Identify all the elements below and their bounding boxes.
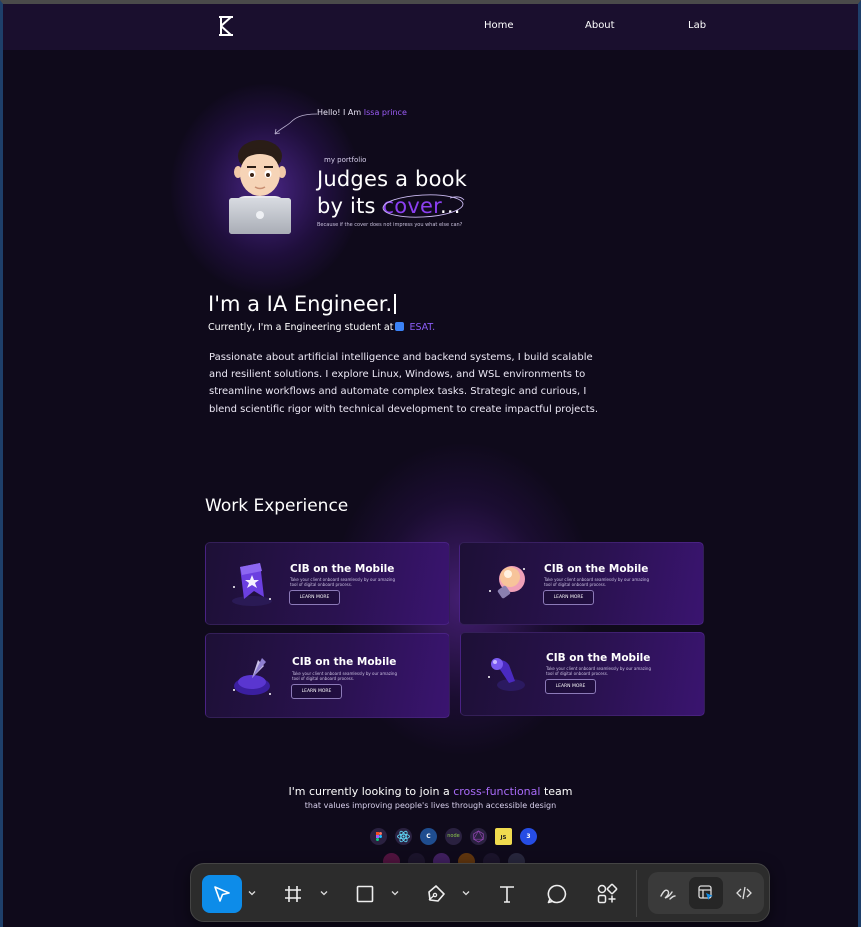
bio-paragraph: Passionate about artificial intelligence… [209, 352, 599, 415]
currently-prefix: Currently, I'm a Engineering student at [208, 322, 394, 333]
k-monogram-icon[interactable] [217, 16, 235, 36]
learn-more-button[interactable]: LEARN MORE [289, 590, 340, 605]
react-icon [395, 828, 412, 845]
dev-mode-icon[interactable] [727, 877, 761, 909]
cta-line-1: I'm currently looking to join a cross-fu… [3, 785, 858, 798]
joystick-icon [488, 658, 525, 691]
star-badge-icon [232, 563, 272, 606]
nav-home-link[interactable]: Home [484, 20, 514, 31]
draw-mode-icon[interactable] [651, 877, 685, 909]
chevron-down-icon[interactable] [461, 888, 471, 898]
move-tool-icon[interactable] [202, 875, 242, 913]
card-description: Take your client onboard seamlessly by o… [290, 577, 396, 587]
actions-tool-icon[interactable] [587, 875, 627, 913]
cta-prefix: I'm currently looking to join a [288, 785, 454, 798]
card-description: Take your client onboard seamlessly by o… [546, 666, 652, 676]
learn-more-button[interactable]: LEARN MORE [543, 590, 594, 605]
top-nav: Home About Lab [3, 4, 858, 50]
c-icon: C [420, 828, 437, 845]
nav-about-link[interactable]: About [585, 20, 615, 31]
card-title: CIB on the Mobile [290, 563, 395, 575]
figma-icon [370, 828, 387, 845]
hello-text: Hello! I Am Issa prince [317, 108, 407, 117]
card-title: CIB on the Mobile [292, 656, 397, 668]
pen-tool-icon[interactable] [416, 875, 456, 913]
hello-name: Issa prince [363, 108, 407, 117]
work-card-3[interactable]: CIB on the Mobile Take your client onboa… [205, 633, 450, 718]
rectangle-tool-icon[interactable] [345, 875, 385, 913]
headline-line-1: Judges a book [317, 167, 468, 191]
card-description: Take your client onboard seamlessly by o… [292, 671, 398, 681]
nav-lab-link[interactable]: Lab [688, 20, 706, 31]
css3-icon: 3 [520, 828, 537, 845]
design-mode-icon[interactable] [689, 877, 723, 909]
currently-line: Currently, I'm a Engineering student at … [208, 322, 435, 333]
mode-switcher [648, 872, 764, 914]
cta-line-2: that values improving people's lives thr… [304, 801, 557, 810]
typing-caret [394, 294, 397, 314]
learn-more-button[interactable]: LEARN MORE [545, 679, 596, 694]
toolbar-divider [636, 870, 637, 917]
card-title: CIB on the Mobile [546, 652, 651, 664]
work-card-1[interactable]: CIB on the Mobile Take your client onboa… [205, 542, 450, 625]
info-badge-icon [395, 322, 405, 331]
card-description: Take your client onboard seamlessly by o… [544, 577, 650, 587]
chevron-down-icon[interactable] [319, 888, 329, 898]
my-portfolio-label: my portfolio [324, 156, 367, 164]
rocket-icon [233, 658, 271, 695]
card-title: CIB on the Mobile [544, 563, 649, 575]
node-icon: node [445, 828, 462, 845]
graphql-icon [470, 828, 487, 845]
cover-circle-scribble [382, 194, 465, 218]
work-experience-title: Work Experience [205, 496, 349, 516]
learn-more-button[interactable]: LEARN MORE [291, 684, 342, 699]
text-tool-icon[interactable] [487, 875, 527, 913]
chevron-down-icon[interactable] [390, 888, 400, 898]
school-link[interactable]: ESAT. [406, 322, 435, 333]
hero-tagline: Because if the cover does not impress yo… [317, 222, 463, 228]
design-toolbar [190, 863, 770, 922]
cta-suffix: team [540, 785, 573, 798]
hello-prefix: Hello! I Am [317, 108, 364, 117]
avatar-illustration [229, 140, 291, 234]
cta-highlight: cross-functional [453, 785, 541, 798]
chevron-down-icon[interactable] [247, 888, 257, 898]
portfolio-page: Home About Lab Hello! I Am Issa prince m… [3, 4, 858, 927]
intro-title: I'm a IA Engineer. [208, 292, 397, 316]
lightbulb-icon [489, 566, 525, 599]
headline-prefix: by its [317, 194, 383, 218]
frame-tool-icon[interactable] [273, 875, 313, 913]
intro-title-text: I'm a IA Engineer. [208, 292, 393, 316]
js-icon: JS [495, 828, 512, 845]
work-card-2[interactable]: CIB on the Mobile Take your client onboa… [459, 542, 704, 625]
comment-tool-icon[interactable] [537, 875, 577, 913]
work-card-4[interactable]: CIB on the Mobile Take your client onboa… [460, 632, 705, 716]
